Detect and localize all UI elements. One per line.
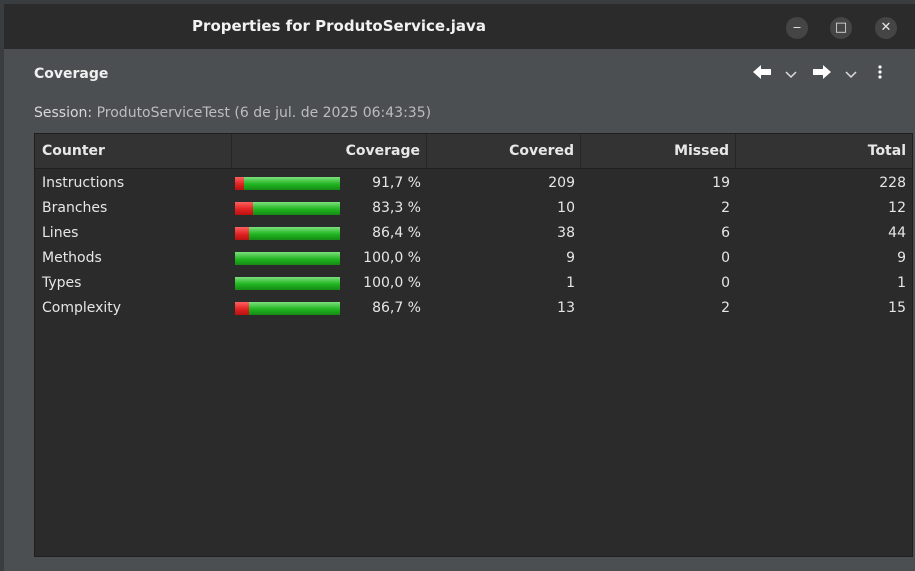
cell-missed: 2 xyxy=(721,200,730,216)
cell-missed: 0 xyxy=(721,275,730,291)
header-counter[interactable]: Counter xyxy=(35,134,232,168)
coverage-bar-covered xyxy=(243,177,340,190)
session-line: Session: ProdutoServiceTest (6 de jul. d… xyxy=(34,105,431,121)
header-total[interactable]: Total xyxy=(736,134,912,168)
cell-covered: 1 xyxy=(566,275,575,291)
table-row[interactable]: Types 100,0 % 1 0 1 xyxy=(35,271,912,296)
maximize-button[interactable]: □ xyxy=(830,17,852,39)
coverage-header: Coverage xyxy=(4,52,915,100)
cell-counter: Lines xyxy=(42,225,79,241)
cell-total: 1 xyxy=(897,275,906,291)
cell-counter: Complexity xyxy=(42,300,122,316)
cell-counter: Branches xyxy=(42,200,108,216)
coverage-bar xyxy=(235,277,340,290)
cell-missed: 2 xyxy=(721,300,730,316)
coverage-bar-covered xyxy=(252,202,340,215)
cell-coverage: 100,0 % xyxy=(232,271,427,296)
coverage-bar-covered xyxy=(235,252,340,265)
coverage-bar xyxy=(235,177,340,190)
cell-covered: 38 xyxy=(557,225,575,241)
coverage-bar-missed xyxy=(235,202,253,215)
coverage-bar-missed xyxy=(235,302,249,315)
coverage-bar xyxy=(235,202,340,215)
cell-counter: Types xyxy=(42,275,82,291)
coverage-bar xyxy=(235,252,340,265)
coverage-bar xyxy=(235,227,340,240)
cell-covered: 13 xyxy=(557,300,575,316)
arrow-left-icon[interactable] xyxy=(752,64,772,85)
coverage-bar xyxy=(235,302,340,315)
table-row[interactable]: Lines 86,4 % 38 6 44 xyxy=(35,221,912,246)
table-row[interactable]: Complexity 86,7 % 13 2 15 xyxy=(35,296,912,321)
minimize-button[interactable]: ‒ xyxy=(786,17,808,39)
table-row[interactable]: Methods 100,0 % 9 0 9 xyxy=(35,246,912,271)
cell-missed: 0 xyxy=(721,250,730,266)
coverage-percent: 100,0 % xyxy=(363,250,421,266)
cell-counter: Methods xyxy=(42,250,102,266)
arrow-right-icon[interactable] xyxy=(812,64,832,85)
coverage-bar-covered xyxy=(249,227,340,240)
table-row[interactable]: Instructions 91,7 % 209 19 228 xyxy=(35,171,912,196)
table-header: Counter Coverage Covered Missed Total xyxy=(35,134,912,169)
coverage-bar-missed xyxy=(235,177,244,190)
cell-total: 9 xyxy=(897,250,906,266)
table-row[interactable]: Branches 83,3 % 10 2 12 xyxy=(35,196,912,221)
coverage-percent: 83,3 % xyxy=(372,200,421,216)
back-history-chevron-icon[interactable] xyxy=(785,66,797,86)
cell-total: 44 xyxy=(888,225,906,241)
title-bar: Properties for ProdutoService.java ‒ □ ✕ xyxy=(4,4,915,49)
coverage-bar-covered xyxy=(235,277,340,290)
header-missed[interactable]: Missed xyxy=(581,134,736,168)
coverage-percent: 86,7 % xyxy=(372,300,421,316)
section-title: Coverage xyxy=(34,66,109,82)
coverage-bar-covered xyxy=(248,302,340,315)
properties-window: Properties for ProdutoService.java ‒ □ ✕… xyxy=(4,4,915,571)
coverage-bar-missed xyxy=(235,227,250,240)
header-coverage[interactable]: Coverage xyxy=(232,134,427,168)
session-value: ProdutoServiceTest (6 de jul. de 2025 06… xyxy=(96,105,432,121)
header-covered[interactable]: Covered xyxy=(427,134,581,168)
coverage-table: Counter Coverage Covered Missed Total In… xyxy=(34,133,913,557)
session-label: Session: xyxy=(34,105,93,121)
coverage-percent: 100,0 % xyxy=(363,275,421,291)
cell-covered: 10 xyxy=(557,200,575,216)
cell-coverage: 86,4 % xyxy=(232,221,427,246)
cell-covered: 9 xyxy=(566,250,575,266)
coverage-percent: 86,4 % xyxy=(372,225,421,241)
forward-history-chevron-icon[interactable] xyxy=(845,66,857,86)
cell-coverage: 83,3 % xyxy=(232,196,427,221)
cell-total: 15 xyxy=(888,300,906,316)
kebab-menu-icon[interactable] xyxy=(877,64,883,85)
cell-covered: 209 xyxy=(548,175,575,191)
close-button[interactable]: ✕ xyxy=(875,17,897,39)
cell-missed: 6 xyxy=(721,225,730,241)
cell-missed: 19 xyxy=(712,175,730,191)
cell-coverage: 86,7 % xyxy=(232,296,427,321)
cell-coverage: 91,7 % xyxy=(232,171,427,196)
window-title: Properties for ProdutoService.java xyxy=(192,17,486,35)
cell-coverage: 100,0 % xyxy=(232,246,427,271)
coverage-percent: 91,7 % xyxy=(372,175,421,191)
cell-counter: Instructions xyxy=(42,175,125,191)
cell-total: 228 xyxy=(879,175,906,191)
cell-total: 12 xyxy=(888,200,906,216)
